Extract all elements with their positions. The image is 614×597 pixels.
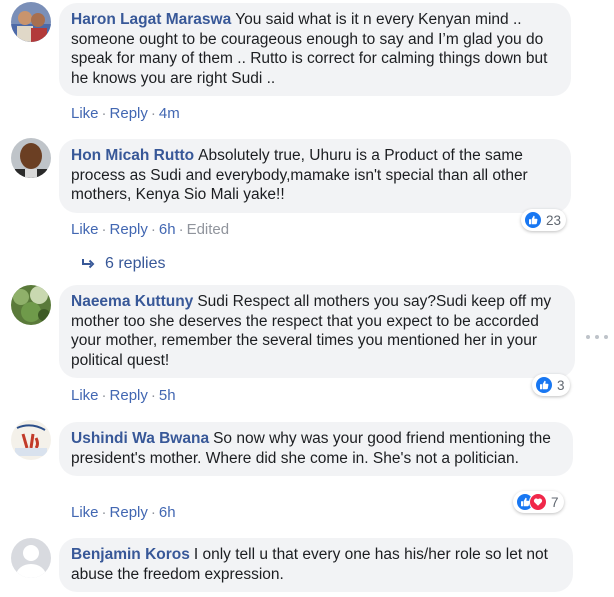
avatar-photo [11, 285, 51, 325]
comment-time[interactable]: 6h [159, 504, 176, 521]
love-reaction-icon [529, 493, 547, 511]
avatar[interactable] [11, 285, 51, 325]
reply-button[interactable]: Reply [110, 387, 148, 404]
reaction-summary[interactable]: 23 [521, 209, 567, 231]
comment-actions: Like · Reply · 5h [71, 387, 176, 404]
comment-time[interactable]: 5h [159, 387, 176, 404]
reply-button[interactable]: Reply [110, 504, 148, 521]
avatar[interactable] [11, 538, 51, 578]
comment-author[interactable]: Hon Micah Rutto [71, 147, 194, 164]
view-replies-link[interactable]: 6 replies [81, 255, 165, 273]
comment-time[interactable]: 4m [159, 105, 180, 122]
comment-actions: Like · Reply · 6h · Edited [71, 221, 230, 238]
comment-bubble: Haron Lagat Maraswa You said what is it n… [59, 3, 571, 97]
reply-button[interactable]: Reply [110, 221, 148, 238]
avatar[interactable] [11, 138, 51, 178]
like-button[interactable]: Like [71, 105, 99, 122]
reply-arrow-icon [82, 259, 95, 269]
comment-actions: Like · Reply · 6h [71, 504, 176, 521]
comment-bubble: Benjamin Koros I only tell u that every o… [59, 538, 573, 593]
comment-author[interactable]: Naeema Kuttuny [71, 293, 193, 310]
like-reaction-icon [535, 376, 553, 394]
more-options-icon[interactable] [584, 334, 610, 340]
like-button[interactable]: Like [71, 387, 99, 404]
like-button[interactable]: Like [71, 504, 99, 521]
comment-author[interactable]: Haron Lagat Maraswa [71, 11, 231, 28]
avatar-photo [11, 420, 51, 460]
avatar-photo [11, 138, 51, 178]
like-button[interactable]: Like [71, 221, 99, 238]
comment-actions: Like · Reply · 4m [71, 105, 180, 122]
reply-button[interactable]: Reply [110, 105, 148, 122]
reaction-count: 7 [551, 494, 559, 510]
avatar[interactable] [11, 420, 51, 460]
reaction-count: 3 [557, 377, 565, 393]
reaction-summary[interactable]: 3 [532, 374, 570, 396]
comment-bubble: Ushindi Wa Bwana So now why was your good… [59, 422, 573, 477]
comment-author[interactable]: Benjamin Koros [71, 546, 190, 563]
replies-count[interactable]: 6 replies [105, 255, 165, 273]
comment-author[interactable]: Ushindi Wa Bwana [71, 430, 209, 447]
like-reaction-icon [524, 211, 542, 229]
edited-label: Edited [186, 221, 230, 238]
reaction-summary[interactable]: 7 [513, 491, 564, 513]
comment-bubble: Hon Micah Rutto Absolutely true, Uhuru is… [59, 139, 571, 213]
comment-time[interactable]: 6h [159, 221, 176, 238]
reaction-count: 23 [546, 212, 562, 228]
avatar-photo [11, 2, 51, 42]
default-avatar-icon [11, 538, 51, 578]
comment-bubble: Naeema Kuttuny Sudi Respect all mothers y… [59, 285, 575, 379]
avatar[interactable] [11, 2, 51, 42]
